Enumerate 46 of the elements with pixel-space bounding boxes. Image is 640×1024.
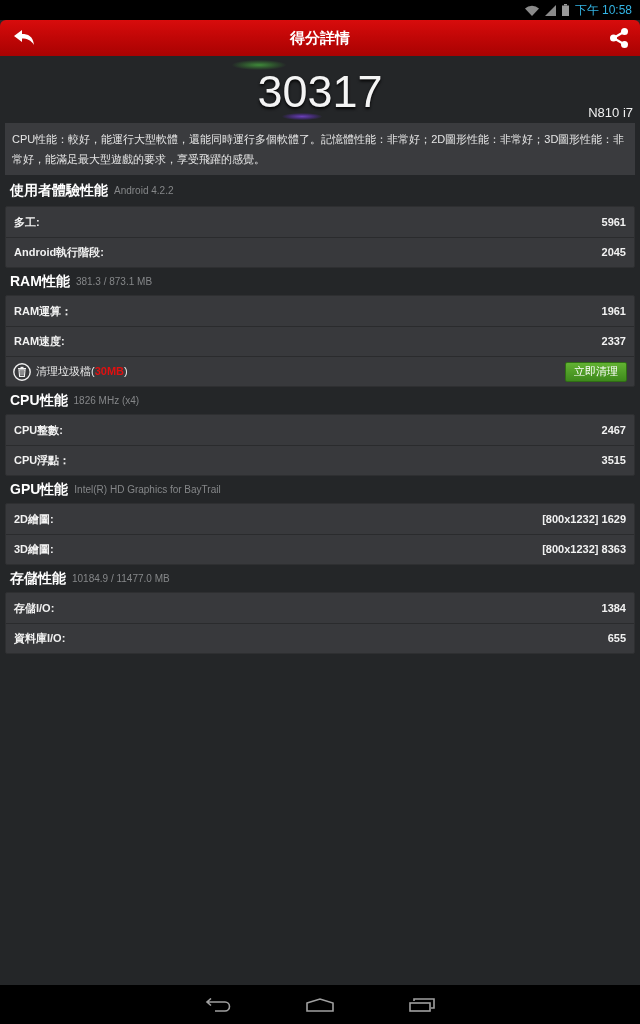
performance-summary: CPU性能：較好，能運行大型軟體，還能同時運行多個軟體了。記憶體性能：非常好；2D圖形性能：非常好；3D圖形性能：非常好，能滿足最大型遊戲的要求，享受飛躍的感覺。 xyxy=(5,123,635,175)
back-arrow-icon xyxy=(14,30,34,46)
test-label: 2D繪圖: xyxy=(14,511,54,527)
section-title: CPU性能 xyxy=(10,391,68,410)
score-value: 2045 xyxy=(601,245,626,261)
test-label: 存儲I/O: xyxy=(14,600,55,616)
home-icon xyxy=(306,997,334,1012)
back-icon xyxy=(205,997,231,1012)
clean-now-button[interactable]: 立即清理 xyxy=(565,361,627,382)
share-icon xyxy=(609,28,629,48)
status-time: 下午 10:58 xyxy=(574,2,632,19)
score-value: 3515 xyxy=(601,453,626,469)
test-label: 多工: xyxy=(14,214,40,230)
test-label: 資料庫I/O: xyxy=(14,631,66,647)
score-value: 655 xyxy=(607,631,626,647)
battery-icon xyxy=(561,4,569,16)
cleanup-label: 清理垃圾檔(30MB) xyxy=(36,364,128,380)
score-value: [800x1232] 1629 xyxy=(542,511,626,527)
trash-icon xyxy=(13,362,31,381)
test-label: 3D繪圖: xyxy=(14,542,54,558)
page-title: 得分詳情 xyxy=(290,27,350,48)
score-value: 1961 xyxy=(601,303,626,319)
section-title: 存儲性能 xyxy=(10,569,66,588)
section-subtitle: 1826 MHz (x4) xyxy=(73,394,140,408)
test-label: RAM速度: xyxy=(14,334,65,350)
score-value: 1384 xyxy=(601,600,626,616)
test-label: CPU浮點： xyxy=(14,453,71,469)
section-subtitle: Android 4.2.2 xyxy=(114,184,174,198)
section-title: RAM性能 xyxy=(10,272,70,291)
section-subtitle: 381.3 / 873.1 MB xyxy=(75,275,153,289)
test-label: RAM運算： xyxy=(14,303,73,319)
section-title: 使用者體驗性能 xyxy=(10,181,108,200)
device-name: N810 i7 xyxy=(588,103,634,122)
section-subtitle: 10184.9 / 11477.0 MB xyxy=(72,572,170,586)
score-value: 2337 xyxy=(601,334,626,350)
score-value: 2467 xyxy=(601,422,626,438)
test-label: CPU整數: xyxy=(14,422,63,438)
test-label: Android執行階段: xyxy=(14,245,104,261)
recent-apps-icon xyxy=(409,997,435,1012)
wifi-icon xyxy=(524,4,539,16)
score-value: 5961 xyxy=(601,214,626,230)
score-value: [800x1232] 8363 xyxy=(542,542,626,558)
section-title: GPU性能 xyxy=(10,480,69,499)
total-score: 30317 xyxy=(257,73,383,111)
section-subtitle: Intel(R) HD Graphics for BayTrail xyxy=(74,483,221,497)
signal-icon xyxy=(544,4,556,16)
